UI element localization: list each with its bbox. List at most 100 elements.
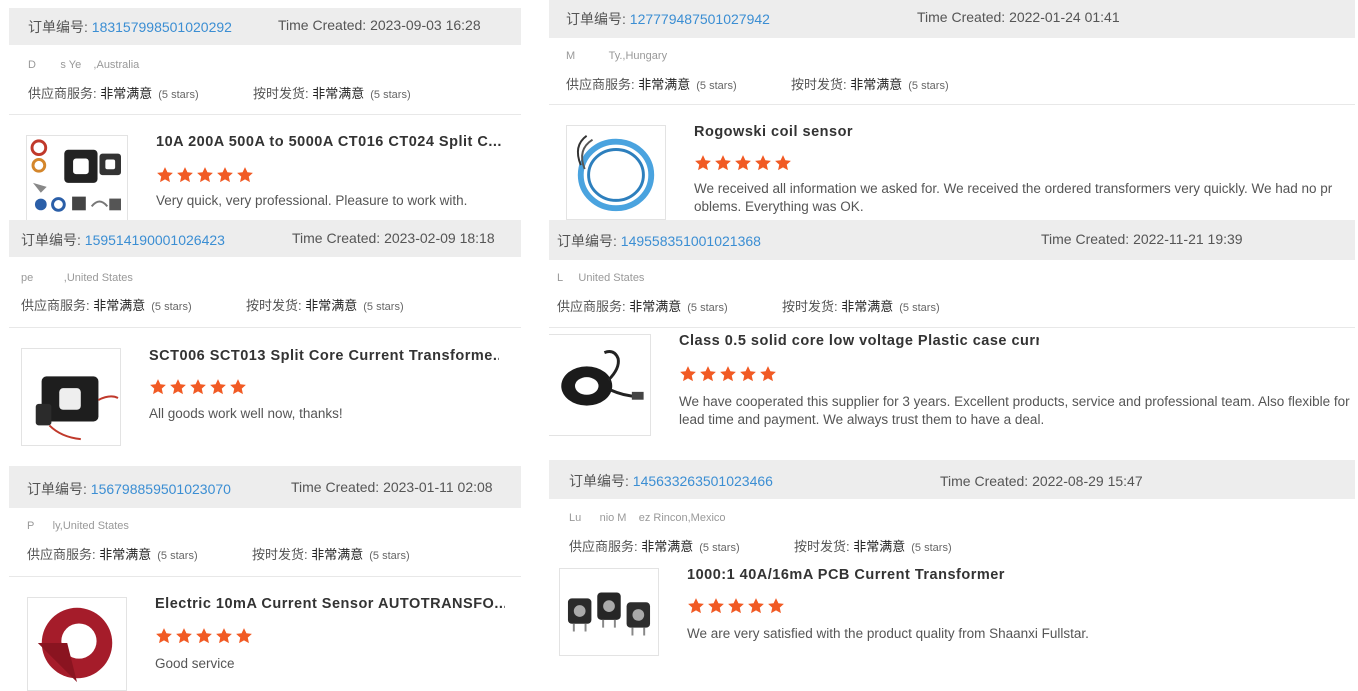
review-stars bbox=[687, 597, 785, 615]
product-title[interactable]: 1000:1 40A/16mA PCB Current Transformer bbox=[687, 567, 1327, 583]
supplier-service-label: 供应商服务: bbox=[569, 539, 638, 554]
order-number-link[interactable]: 156798859501023070 bbox=[91, 481, 231, 497]
delivery-label: 按时发货: bbox=[794, 539, 850, 554]
supplier-service-value: 非常满意 bbox=[638, 77, 691, 92]
star-icon bbox=[714, 154, 732, 172]
supplier-service-stars: (5 stars) bbox=[157, 550, 198, 562]
review-comment: Good service bbox=[155, 656, 235, 671]
order-number-link[interactable]: 183157998501020292 bbox=[92, 19, 232, 35]
star-icon bbox=[694, 154, 712, 172]
star-icon bbox=[236, 166, 254, 184]
delivery-label: 按时发货: bbox=[246, 298, 302, 313]
delivery-label: 按时发货: bbox=[252, 547, 308, 562]
order-number-link[interactable]: 145633263501023466 bbox=[633, 473, 773, 489]
supplier-service-stars: (5 stars) bbox=[696, 80, 737, 92]
pcb-ct-icon[interactable] bbox=[559, 568, 659, 656]
review-card: 订单编号: 159514190001026423 Time Created: 2… bbox=[9, 220, 521, 446]
time-created-value: 2023-01-11 02:08 bbox=[383, 479, 493, 495]
delivery-stars: (5 stars) bbox=[363, 301, 404, 313]
split-core-clamp-icon[interactable] bbox=[21, 348, 121, 446]
buyer-info: L United States bbox=[557, 272, 645, 284]
time-created-value: 2022-01-24 01:41 bbox=[1009, 9, 1120, 25]
rating-row: 供应商服务: 非常满意 (5 stars) 按时发货: 非常满意 (5 stars) bbox=[21, 295, 501, 314]
order-number-link[interactable]: 149558351001021368 bbox=[621, 233, 761, 249]
split-core-ct-set-icon[interactable] bbox=[26, 135, 128, 220]
delivery-value: 非常满意 bbox=[841, 299, 894, 314]
delivery-value: 非常满意 bbox=[305, 298, 358, 313]
star-icon bbox=[754, 154, 772, 172]
star-icon bbox=[679, 365, 697, 383]
order-number-link[interactable]: 159514190001026423 bbox=[85, 232, 225, 248]
time-created-label: Time Created: bbox=[1041, 231, 1130, 247]
buyer-info: M Ty.,Hungary bbox=[566, 50, 668, 62]
time-created-label: Time Created: bbox=[291, 479, 380, 495]
star-icon bbox=[739, 365, 757, 383]
order-number-label: 订单编号: bbox=[28, 19, 88, 35]
order-number-link[interactable]: 127779487501027942 bbox=[630, 11, 770, 27]
star-icon bbox=[707, 597, 725, 615]
time-created-value: 2022-08-29 15:47 bbox=[1032, 473, 1143, 489]
divider bbox=[9, 114, 521, 115]
supplier-service-value: 非常满意 bbox=[629, 299, 682, 314]
order-number-label: 订单编号: bbox=[566, 11, 626, 27]
rogowski-coil-icon[interactable] bbox=[566, 125, 666, 220]
review-card: 订单编号: 127779487501027942 Time Created: 2… bbox=[549, 0, 1355, 220]
product-title[interactable]: Electric 10mA Current Sensor AUTOTRANSFO… bbox=[155, 596, 505, 612]
delivery-value: 非常满意 bbox=[853, 539, 906, 554]
review-stars bbox=[694, 154, 792, 172]
order-header: 订单编号: 127779487501027942 Time Created: 2… bbox=[549, 0, 1355, 38]
buyer-info: P ly,United States bbox=[27, 520, 129, 532]
star-icon bbox=[774, 154, 792, 172]
star-icon bbox=[727, 597, 745, 615]
rating-row: 供应商服务: 非常满意 (5 stars) 按时发货: 非常满意 (5 stars) bbox=[557, 296, 1157, 315]
supplier-service-value: 非常满意 bbox=[641, 539, 694, 554]
solid-core-ct-icon[interactable] bbox=[549, 334, 651, 436]
star-icon bbox=[195, 627, 213, 645]
rating-row: 供应商服务: 非常满意 (5 stars) 按时发货: 非常满意 (5 stars) bbox=[566, 74, 1166, 93]
star-icon bbox=[734, 154, 752, 172]
time-created-label: Time Created: bbox=[940, 473, 1029, 489]
review-stars bbox=[149, 378, 247, 396]
order-header: 订单编号: 149558351001021368 Time Created: 2… bbox=[549, 220, 1355, 260]
supplier-service-stars: (5 stars) bbox=[151, 301, 192, 313]
product-title[interactable]: SCT006 SCT013 Split Core Current Transfo… bbox=[149, 348, 499, 364]
time-created-value: 2022-11-21 19:39 bbox=[1133, 231, 1243, 247]
product-title[interactable]: 10A 200A 500A to 5000A CT016 CT024 Split… bbox=[156, 134, 506, 150]
product-title[interactable]: Class 0.5 solid core low voltage Plastic… bbox=[679, 333, 1039, 349]
time-created-label: Time Created: bbox=[278, 17, 367, 33]
delivery-stars: (5 stars) bbox=[899, 302, 940, 314]
buyer-info: D s Ye ,Australia bbox=[28, 59, 140, 71]
order-number-label: 订单编号: bbox=[21, 232, 81, 248]
star-icon bbox=[215, 627, 233, 645]
review-stars bbox=[156, 166, 254, 184]
review-card: 订单编号: 145633263501023466 Time Created: 2… bbox=[549, 460, 1355, 691]
star-icon bbox=[229, 378, 247, 396]
supplier-service-label: 供应商服务: bbox=[566, 77, 635, 92]
order-number-label: 订单编号: bbox=[27, 481, 87, 497]
review-stars bbox=[155, 627, 253, 645]
star-icon bbox=[216, 166, 234, 184]
delivery-value: 非常满意 bbox=[850, 77, 903, 92]
rating-row: 供应商服务: 非常满意 (5 stars) 按时发货: 非常满意 (5 stars) bbox=[28, 83, 508, 102]
review-card: 订单编号: 149558351001021368 Time Created: 2… bbox=[549, 220, 1355, 460]
star-icon bbox=[747, 597, 765, 615]
order-header: 订单编号: 156798859501023070 Time Created: 2… bbox=[9, 466, 521, 508]
review-card: 订单编号: 156798859501023070 Time Created: 2… bbox=[9, 466, 521, 691]
red-toroid-sensor-icon[interactable] bbox=[27, 597, 127, 691]
review-card: 订单编号: 183157998501020292 Time Created: 2… bbox=[9, 8, 521, 220]
delivery-label: 按时发货: bbox=[782, 299, 838, 314]
supplier-service-value: 非常满意 bbox=[100, 86, 153, 101]
divider bbox=[9, 576, 521, 577]
buyer-info: pe ,United States bbox=[21, 272, 133, 284]
product-title[interactable]: Rogowski coil sensor bbox=[694, 124, 1334, 140]
star-icon bbox=[169, 378, 187, 396]
star-icon bbox=[149, 378, 167, 396]
star-icon bbox=[699, 365, 717, 383]
supplier-service-value: 非常满意 bbox=[93, 298, 146, 313]
star-icon bbox=[687, 597, 705, 615]
delivery-stars: (5 stars) bbox=[911, 542, 952, 554]
time-created-value: 2023-09-03 16:28 bbox=[370, 17, 481, 33]
buyer-info: Lu nio M ez Rincon,Mexico bbox=[569, 512, 726, 524]
supplier-service-value: 非常满意 bbox=[99, 547, 152, 562]
delivery-stars: (5 stars) bbox=[908, 80, 949, 92]
